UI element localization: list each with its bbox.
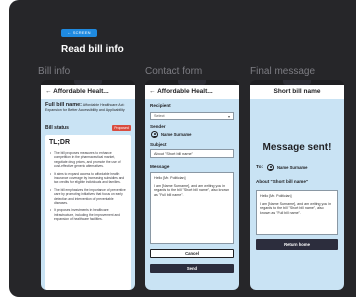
bill-info-body: Full bill name: Affordable Healthcare Ac… xyxy=(41,99,135,290)
subject-label: Subject xyxy=(150,142,167,147)
screen-badge: ← SCREEN xyxy=(61,29,97,37)
cancel-button[interactable]: Cancel xyxy=(150,249,234,258)
bill-info-header[interactable]: ← Affordable Healt... xyxy=(41,85,135,99)
frame-label-contact-form: Contact form xyxy=(145,66,203,77)
sender-name: Name Surname xyxy=(161,132,192,137)
subject-field[interactable]: About "Short bill name" xyxy=(150,149,234,158)
frame-label-final-message: Final message xyxy=(250,66,316,77)
avatar-icon xyxy=(267,164,274,171)
recipient-label: Recipient xyxy=(150,103,171,108)
message-line: I am [Name Surname], and am writing you … xyxy=(154,183,230,197)
contact-form-body: Recipient Select ▾ Sender Name Surname S… xyxy=(145,99,239,290)
message-line: Hello [Mr. Politician] xyxy=(154,176,186,180)
chevron-down-icon: ▾ xyxy=(227,114,230,119)
bill-status-label: Bill status xyxy=(45,125,69,131)
sender-label: Sender xyxy=(150,124,166,129)
message-label: Message xyxy=(150,164,170,169)
message-line: I am [Name Surname], and am writing you … xyxy=(260,201,332,215)
final-message-screen: Short bill name Message sent! To: Name S… xyxy=(250,80,344,290)
return-home-button[interactable]: Return home xyxy=(256,239,338,250)
bill-info-screen: ← Affordable Healt... Full bill name: Af… xyxy=(41,80,135,290)
tldr-card: TL;DR The bill proposes measures to enha… xyxy=(45,135,131,290)
message-line: Hello [Mr. Politician] xyxy=(260,194,292,198)
tldr-list: The bill proposes measures to enhance co… xyxy=(50,151,128,225)
send-button[interactable]: Send xyxy=(150,264,234,273)
to-label: To: xyxy=(256,165,264,170)
status-badge: Proposed xyxy=(112,125,131,131)
sent-message-box: Hello [Mr. Politician] I am [Name Surnam… xyxy=(256,190,338,235)
about-label: About "Short bill name" xyxy=(256,179,309,184)
tldr-item: It aims to expand access to affordable h… xyxy=(50,172,128,185)
recipient-select[interactable]: Select ▾ xyxy=(150,112,234,120)
final-message-body: Message sent! To: Name Surname About "Sh… xyxy=(250,99,344,290)
tldr-item: The bill proposes measures to enhance co… xyxy=(50,151,128,169)
board-title: Read bill info xyxy=(61,44,124,55)
tldr-item: The bill emphasizes the importance of pr… xyxy=(50,188,128,206)
avatar-icon xyxy=(151,131,158,138)
full-bill-name: Full bill name: Affordable Healthcare Ac… xyxy=(45,102,131,112)
tldr-item: It proposes investments in healthcare in… xyxy=(50,208,128,221)
recipient-select-value: Select xyxy=(154,114,165,118)
frame-label-bill-info: Bill info xyxy=(38,66,71,77)
final-message-header: Short bill name xyxy=(250,85,344,99)
recipient-name: Name Surname xyxy=(277,165,308,170)
message-sent-title: Message sent! xyxy=(262,142,332,153)
tldr-heading: TL;DR xyxy=(49,139,70,146)
contact-form-screen: ← Affordable Healt... Recipient Select ▾… xyxy=(145,80,239,290)
message-field[interactable]: Hello [Mr. Politician] I am [Name Surnam… xyxy=(150,172,234,244)
contact-form-header[interactable]: ← Affordable Healt... xyxy=(145,85,239,99)
